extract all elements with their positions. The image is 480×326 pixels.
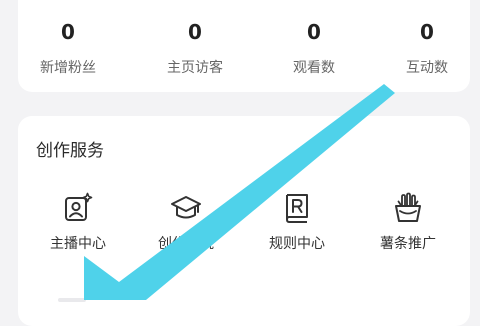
rules-book-icon xyxy=(281,192,313,224)
service-fries-promotion[interactable]: 薯条推广 xyxy=(358,192,458,262)
stat-label: 观看数 xyxy=(293,60,335,76)
stat-value: 0 xyxy=(420,20,434,44)
stats-card: 0 新增粉丝 0 主页访客 0 观看数 0 互动数 xyxy=(18,0,470,92)
section-title: 创作服务 xyxy=(36,141,104,161)
stat-label: 新增粉丝 xyxy=(40,60,96,76)
partial-item-edge xyxy=(58,298,86,302)
stat-label: 主页访客 xyxy=(167,60,223,76)
service-label: 规则中心 xyxy=(269,236,325,252)
stat-label: 互动数 xyxy=(406,60,448,76)
stat-value: 0 xyxy=(61,20,75,44)
stat-value: 0 xyxy=(307,20,321,44)
anchor-center-icon xyxy=(62,192,94,224)
service-anchor-center[interactable]: 主播中心 xyxy=(28,192,128,262)
creation-services-card: 创作服务 主播中心 创作学院 规则中心 薯条推广 xyxy=(18,116,470,326)
stat-value: 0 xyxy=(188,20,202,44)
service-label: 薯条推广 xyxy=(380,236,436,252)
service-label: 主播中心 xyxy=(50,236,106,252)
fries-promotion-icon xyxy=(392,192,424,224)
academy-graduation-cap-icon xyxy=(170,192,202,224)
service-creator-academy[interactable]: 创作学院 xyxy=(136,192,236,262)
service-rules-center[interactable]: 规则中心 xyxy=(247,192,347,262)
service-label: 创作学院 xyxy=(158,236,214,252)
